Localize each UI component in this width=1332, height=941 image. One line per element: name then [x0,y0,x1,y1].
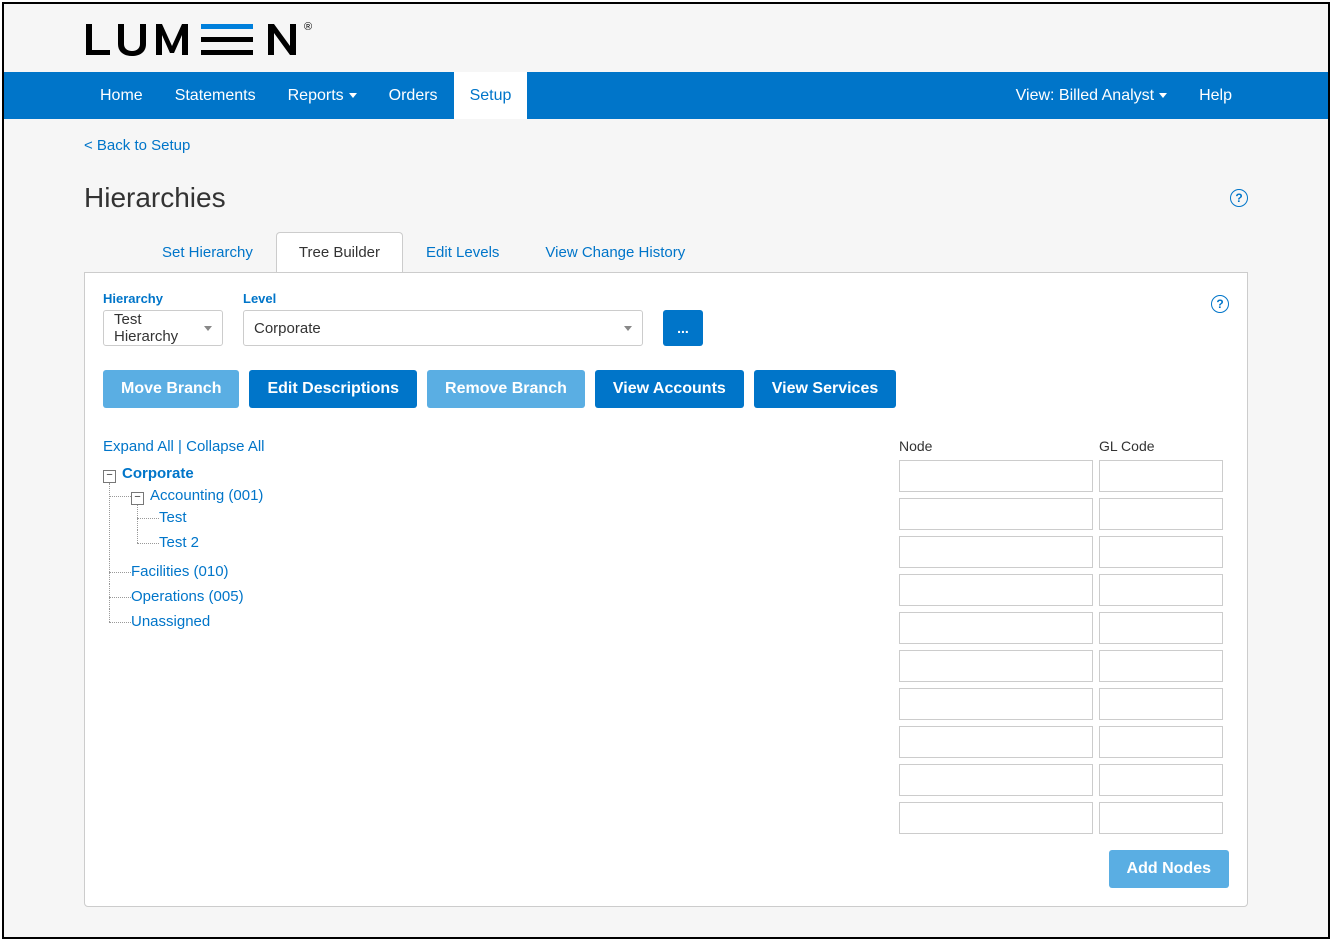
grid-row [899,726,1229,758]
nav-help[interactable]: Help [1183,72,1248,119]
main-nav: HomeStatementsReportsOrdersSetup View: Bi… [4,72,1328,119]
grid-row [899,764,1229,796]
tree-node-accounting[interactable]: Accounting (001) [150,487,263,504]
level-more-button[interactable]: ... [663,310,703,346]
node-input[interactable] [899,650,1093,682]
nav-orders[interactable]: Orders [373,72,454,119]
grid-row [899,536,1229,568]
grid-row [899,650,1229,682]
grid-row [899,688,1229,720]
gl-code-input[interactable] [1099,460,1223,492]
level-label: Level [243,291,643,306]
gl-code-input[interactable] [1099,650,1223,682]
collapse-all-link[interactable]: Collapse All [186,438,264,455]
view-accounts-button[interactable]: View Accounts [595,370,744,408]
page-help-icon[interactable]: ? [1230,189,1248,207]
gl-code-input[interactable] [1099,612,1223,644]
gl-code-input[interactable] [1099,498,1223,530]
tab-view-change-history[interactable]: View Change History [522,232,708,273]
brand-logo: ® [84,20,316,62]
view-selector[interactable]: View: Billed Analyst [1000,72,1183,119]
gl-code-input[interactable] [1099,574,1223,606]
grid-row [899,802,1229,834]
view-services-button[interactable]: View Services [754,370,896,408]
tree-collapse-icon[interactable]: − [131,492,144,505]
remove-branch-button[interactable]: Remove Branch [427,370,585,408]
tab-tree-builder[interactable]: Tree Builder [276,232,403,273]
grid-row [899,574,1229,606]
hierarchy-tree: −Corporate −Accounting (001) Test Test 2 [103,461,839,638]
node-input[interactable] [899,688,1093,720]
node-input[interactable] [899,574,1093,606]
gl-code-input[interactable] [1099,726,1223,758]
grid-row [899,460,1229,492]
nav-home[interactable]: Home [84,72,159,119]
node-input[interactable] [899,536,1093,568]
node-input[interactable] [899,726,1093,758]
tree-node-unassigned[interactable]: Unassigned [131,613,210,630]
node-input[interactable] [899,460,1093,492]
expand-collapse-links: Expand All | Collapse All [103,438,839,455]
expand-all-link[interactable]: Expand All [103,438,174,455]
node-input[interactable] [899,498,1093,530]
chevron-down-icon [349,93,357,98]
hierarchy-dropdown-value: Test Hierarchy [114,311,196,345]
chevron-down-icon [1159,93,1167,98]
level-dropdown[interactable]: Corporate [243,310,643,346]
tree-node-corporate[interactable]: Corporate [122,465,194,482]
level-dropdown-value: Corporate [254,320,321,337]
gl-code-input[interactable] [1099,688,1223,720]
tree-builder-panel: ? Hierarchy Test Hierarchy Level Corpora… [84,272,1248,907]
tree-collapse-icon[interactable]: − [103,470,116,483]
tree-node-operations[interactable]: Operations (005) [131,588,244,605]
grid-row [899,498,1229,530]
grid-header-gl: GL Code [1099,438,1223,454]
nav-setup[interactable]: Setup [454,72,528,119]
tree-node-facilities[interactable]: Facilities (010) [131,563,229,580]
chevron-down-icon [204,326,212,331]
grid-rows [899,460,1229,834]
node-input[interactable] [899,764,1093,796]
nav-reports[interactable]: Reports [272,72,373,119]
grid-header-node: Node [899,438,1093,454]
gl-code-input[interactable] [1099,802,1223,834]
grid-row [899,612,1229,644]
hierarchy-dropdown[interactable]: Test Hierarchy [103,310,223,346]
gl-code-input[interactable] [1099,764,1223,796]
move-branch-button[interactable]: Move Branch [103,370,239,408]
panel-help-icon[interactable]: ? [1211,295,1229,313]
nav-statements[interactable]: Statements [159,72,272,119]
edit-descriptions-button[interactable]: Edit Descriptions [249,370,417,408]
tab-set-hierarchy[interactable]: Set Hierarchy [139,232,276,273]
back-to-setup-link[interactable]: < Back to Setup [84,137,190,154]
chevron-down-icon [624,326,632,331]
add-nodes-button[interactable]: Add Nodes [1109,850,1229,888]
gl-code-input[interactable] [1099,536,1223,568]
node-input[interactable] [899,802,1093,834]
tab-edit-levels[interactable]: Edit Levels [403,232,522,273]
tree-node-test[interactable]: Test [159,509,187,526]
tree-node-test2[interactable]: Test 2 [159,534,199,551]
svg-text:®: ® [304,21,312,33]
node-input[interactable] [899,612,1093,644]
hierarchy-tabs: Set HierarchyTree BuilderEdit LevelsView… [84,232,1248,272]
page-title: Hierarchies [84,182,226,214]
hierarchy-label: Hierarchy [103,291,223,306]
